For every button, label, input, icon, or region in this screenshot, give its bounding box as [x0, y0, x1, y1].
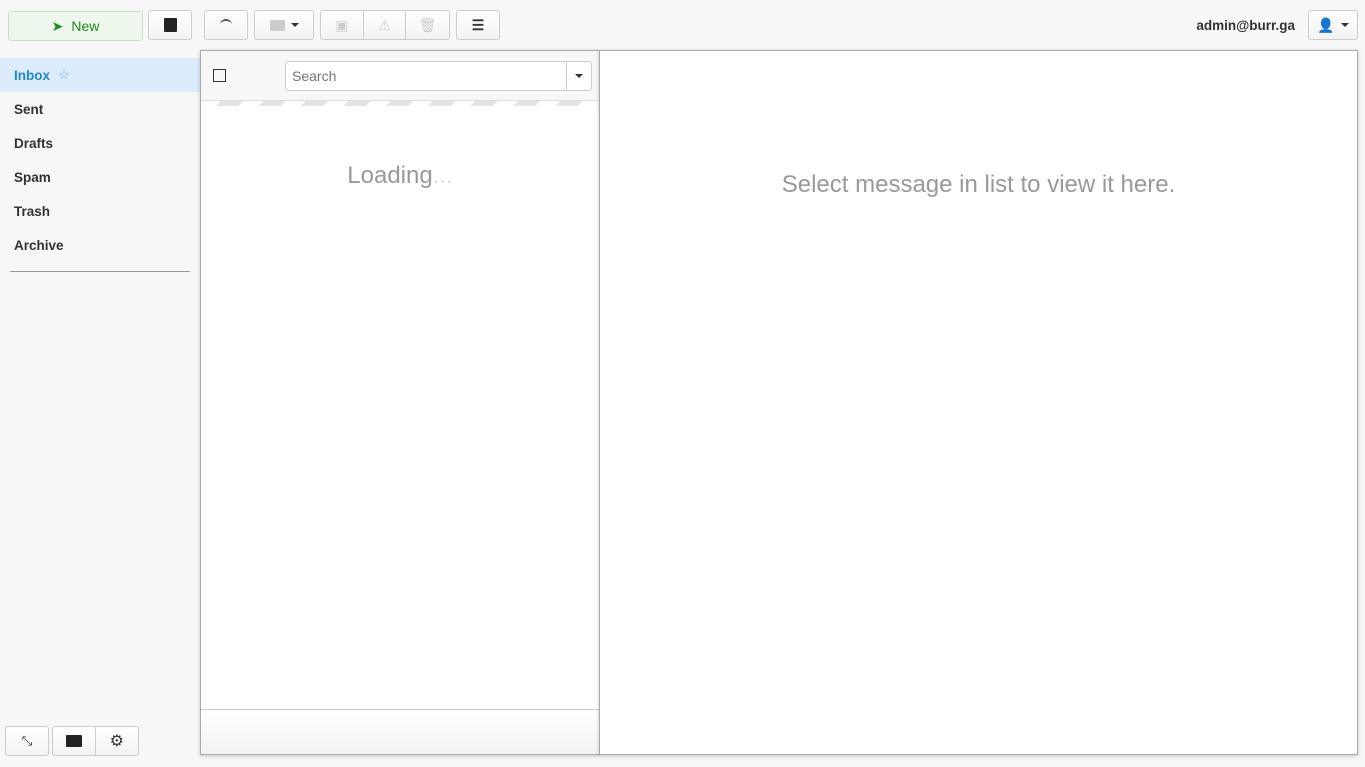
caret-down-icon: [290, 23, 299, 27]
list-header: [201, 51, 599, 101]
folder-trash[interactable]: Trash: [0, 194, 200, 228]
folder-divider: [10, 271, 190, 272]
folder-drafts[interactable]: Drafts: [0, 126, 200, 160]
folder-icon: [269, 19, 285, 31]
user-icon: 👤: [1317, 16, 1335, 33]
loading-text: Loading...: [347, 162, 453, 189]
folder-spam[interactable]: Spam: [0, 160, 200, 194]
archive-button[interactable]: ▣: [321, 11, 364, 39]
folder-inbox[interactable]: Inbox ☆: [0, 58, 200, 92]
search-options-button[interactable]: [566, 61, 592, 91]
collapse-button[interactable]: ⤡: [5, 726, 49, 756]
search-input[interactable]: [285, 61, 567, 91]
folder-plus-icon: [65, 735, 82, 747]
caret-down-icon: [1340, 23, 1349, 27]
empty-preview-text: Select message in list to view it here.: [781, 171, 1176, 198]
gear-icon: ⚙: [109, 733, 124, 750]
hamburger-icon: ☰: [471, 16, 485, 33]
new-message-button[interactable]: ➤ New: [8, 11, 143, 41]
delete-button[interactable]: 🗑: [406, 11, 449, 39]
message-preview-panel: Select message in list to view it here.: [599, 50, 1358, 755]
caret-down-icon: [575, 74, 583, 78]
list-footer: [201, 709, 599, 754]
create-folder-button[interactable]: [53, 727, 96, 755]
warning-icon: ⚠: [378, 16, 391, 33]
folder-sent[interactable]: Sent: [0, 92, 200, 126]
folder-archive[interactable]: Archive: [0, 228, 200, 262]
compress-icon: ⤡: [21, 733, 33, 748]
contacts-button[interactable]: [148, 10, 192, 40]
move-to-folder-button[interactable]: [254, 10, 314, 40]
account-menu-button[interactable]: 👤: [1308, 10, 1358, 40]
trash-icon: 🗑: [418, 16, 437, 33]
star-icon[interactable]: ☆: [58, 67, 70, 83]
archive-icon: ▣: [335, 16, 349, 33]
settings-button[interactable]: ⚙: [96, 727, 139, 755]
paper-plane-icon: ➤: [51, 17, 64, 34]
address-book-icon: [163, 18, 177, 32]
loading-stripe: [201, 101, 599, 106]
select-all-checkbox[interactable]: [213, 69, 226, 82]
more-menu-button[interactable]: ☰: [456, 10, 500, 40]
message-list-panel: Loading...: [200, 50, 600, 755]
spinner-icon: [220, 19, 232, 31]
refresh-button[interactable]: [204, 10, 248, 40]
spam-button[interactable]: ⚠: [364, 11, 407, 39]
user-email: admin@burr.ga: [1196, 18, 1295, 33]
